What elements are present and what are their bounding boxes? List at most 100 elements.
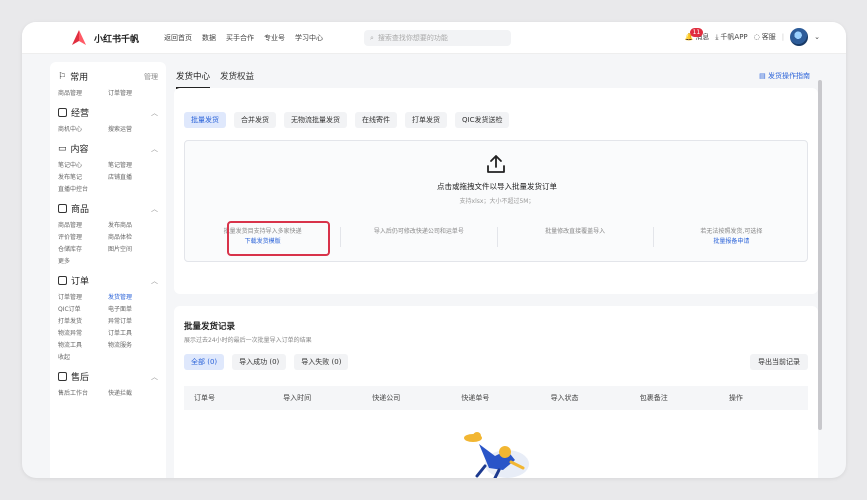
- aftersale-icon: [58, 372, 67, 381]
- sidebar-item[interactable]: 图片空间: [108, 244, 158, 253]
- sidebar-item[interactable]: 异常订单: [108, 316, 158, 325]
- sidebar-section-content[interactable]: ▭ 内容 ︿: [58, 142, 158, 156]
- sidebar-item[interactable]: 售后工作台: [58, 388, 108, 397]
- sidebar-item-active[interactable]: 发货管理: [108, 292, 158, 301]
- records-table-header: 订单号 导入时间 快递公司 快递单号 导入状态 包裹备注 操作: [184, 386, 808, 410]
- section-items: 笔记中心 笔记管理 发布笔记 店铺直播 直播中控台: [58, 160, 158, 193]
- chip-online-send[interactable]: 在线寄件: [355, 112, 397, 128]
- nav-pro[interactable]: 专业号: [264, 33, 285, 43]
- section-title: 商品: [71, 205, 90, 215]
- export-records-button[interactable]: 导出当前记录: [750, 354, 808, 370]
- sidebar-section-common[interactable]: ⚐ 常用 管理: [58, 70, 158, 84]
- column-header: 操作: [728, 394, 743, 402]
- chevron-down-icon[interactable]: ⌄: [814, 33, 820, 41]
- sidebar-item[interactable]: 物流异常: [58, 328, 108, 337]
- chip-no-logistics[interactable]: 无物流批量发货: [284, 112, 347, 128]
- guide-label: 发货操作指南: [768, 72, 810, 80]
- brand-logo[interactable]: [70, 29, 88, 47]
- sidebar-section-aftersale[interactable]: 售后 ︿: [58, 370, 158, 383]
- sidebar-item[interactable]: 笔记管理: [108, 160, 158, 169]
- sidebar-item[interactable]: 直播中控台: [58, 184, 108, 193]
- chip-print-ship[interactable]: 打单发货: [405, 112, 447, 128]
- chevron-up-icon[interactable]: ︿: [151, 204, 158, 214]
- nav-learn[interactable]: 学习中心: [295, 33, 323, 43]
- records-panel: 批量发货记录 展示过去24小时的最后一次批量导入订单的结果 全部 (0) 导入成…: [174, 306, 818, 478]
- download-app-button[interactable]: ⤓ 千帆APP: [715, 32, 747, 42]
- shipping-mode-chips: 批量发货 合并发货 无物流批量发货 在线寄件 打单发货 QIC发货送检: [184, 112, 510, 128]
- chat-icon: ◌: [753, 33, 760, 41]
- search-placeholder: 搜索查找你想要的功能: [377, 34, 448, 42]
- sidebar-item[interactable]: 商品体检: [108, 232, 158, 241]
- filter-all[interactable]: 全部 (0): [184, 354, 225, 370]
- column-header: 订单号: [194, 394, 215, 402]
- upload-subtitle: 支持xlsx；大小不超过5M；: [459, 198, 535, 205]
- search-icon: ⌕: [370, 33, 374, 42]
- sidebar-item[interactable]: 更多: [58, 256, 108, 265]
- section-items: 商品管理 发布商品 评价管理 商品体检 仓储库存 图片空间 更多: [58, 220, 158, 265]
- section-title: 售后: [71, 373, 90, 383]
- batch-report-link[interactable]: 批量报备申请: [654, 237, 809, 247]
- filter-success[interactable]: 导入成功 (0): [232, 354, 287, 370]
- sidebar-item[interactable]: 物流工具: [58, 340, 108, 349]
- chevron-up-icon[interactable]: ︿: [151, 108, 158, 118]
- tab-shipping-center[interactable]: 发货中心: [176, 70, 211, 89]
- chip-batch-ship[interactable]: 批量发货: [184, 112, 226, 128]
- sidebar-item[interactable]: 订单工具: [108, 328, 158, 337]
- sidebar-item[interactable]: 仓储库存: [58, 244, 108, 253]
- brand-name[interactable]: 小红书千帆: [94, 32, 139, 45]
- sidebar-item[interactable]: 笔记中心: [58, 160, 108, 169]
- section-items: 商品管理 订单管理: [58, 88, 158, 97]
- sidebar-item[interactable]: QIC订单: [58, 304, 108, 313]
- sidebar-item[interactable]: 店铺直播: [108, 172, 158, 181]
- sidebar-item[interactable]: 搜索运营: [108, 124, 158, 133]
- step-text: 若无法按照发货,可选择: [700, 228, 763, 235]
- chip-qic-ship[interactable]: QIC发货送检: [455, 112, 510, 128]
- nav-data[interactable]: 数据: [202, 33, 216, 43]
- upload-dropzone[interactable]: 点击或拖拽文件以导入批量发货订单 支持xlsx；大小不超过5M； 批量发货目支持…: [184, 140, 808, 262]
- chip-merge-ship[interactable]: 合并发货: [234, 112, 276, 128]
- service-label: 客服: [761, 33, 776, 41]
- nav-home[interactable]: 返回首页: [164, 33, 192, 43]
- sidebar-item[interactable]: 打单发货: [58, 316, 108, 325]
- top-right-tools: 🔔 11 消息 ⤓ 千帆APP ◌ 客服 | ⌄: [685, 28, 820, 46]
- upload-title: 点击或拖拽文件以导入批量发货订单: [437, 182, 557, 191]
- section-items: 订单管理 发货管理 QIC订单 电子面单 打单发货 异常订单 物流异常 订单工具…: [58, 292, 158, 361]
- download-label: 千帆APP: [720, 33, 748, 41]
- download-icon: ⤓: [715, 32, 719, 41]
- records-title: 批量发货记录: [184, 322, 236, 332]
- sidebar-section-business[interactable]: 经营 ︿: [58, 106, 158, 119]
- chevron-up-icon[interactable]: ︿: [151, 276, 158, 286]
- sidebar-item[interactable]: 快递拦截: [108, 388, 158, 397]
- search-input[interactable]: ⌕ 搜索查找你想要的功能: [364, 30, 511, 46]
- sidebar-item[interactable]: 发布商品: [108, 220, 158, 229]
- service-button[interactable]: ◌ 客服: [754, 32, 776, 42]
- sidebar-section-goods[interactable]: 商品 ︿: [58, 202, 158, 215]
- sidebar-item[interactable]: 评价管理: [58, 232, 108, 241]
- nav-buyer[interactable]: 买手合作: [226, 33, 254, 43]
- sidebar-item[interactable]: 订单管理: [58, 292, 108, 301]
- shipping-guide-link[interactable]: ▤ 发货操作指南: [759, 71, 810, 81]
- sidebar-item[interactable]: 发布笔记: [58, 172, 108, 181]
- records-subtitle: 展示过去24小时的最后一次批量导入订单的结果: [184, 337, 312, 344]
- avatar[interactable]: [790, 28, 809, 46]
- order-icon: [58, 276, 67, 285]
- notification-button[interactable]: 🔔 11 消息: [685, 28, 709, 42]
- chevron-up-icon[interactable]: ︿: [151, 144, 158, 154]
- sidebar-item[interactable]: 订单管理: [108, 88, 158, 97]
- sidebar: ⚐ 常用 管理 商品管理 订单管理 经营 ︿ 商机中心 搜索运营 ▭ 内容 ︿ …: [50, 62, 166, 478]
- tab-shipping-rights[interactable]: 发货权益: [220, 70, 254, 89]
- sidebar-item[interactable]: 商品管理: [58, 220, 108, 229]
- filter-failed[interactable]: 导入失败 (0): [294, 354, 349, 370]
- shipping-panel: 批量发货 合并发货 无物流批量发货 在线寄件 打单发货 QIC发货送检 点击或拖…: [174, 88, 818, 294]
- step-text: 批量修改直接覆盖导入: [545, 228, 606, 235]
- sidebar-item[interactable]: 收起: [58, 352, 108, 361]
- sidebar-item[interactable]: 物流服务: [108, 340, 158, 349]
- manage-link[interactable]: 管理: [144, 72, 158, 82]
- sidebar-item[interactable]: 电子面单: [108, 304, 158, 313]
- sidebar-section-orders[interactable]: 订单 ︿: [58, 274, 158, 287]
- sidebar-item[interactable]: 商品管理: [58, 88, 108, 97]
- sidebar-item[interactable]: 商机中心: [58, 124, 108, 133]
- chevron-up-icon[interactable]: ︿: [151, 372, 158, 382]
- scrollbar[interactable]: [818, 80, 822, 430]
- records-filter-tabs: 全部 (0) 导入成功 (0) 导入失败 (0): [184, 354, 349, 370]
